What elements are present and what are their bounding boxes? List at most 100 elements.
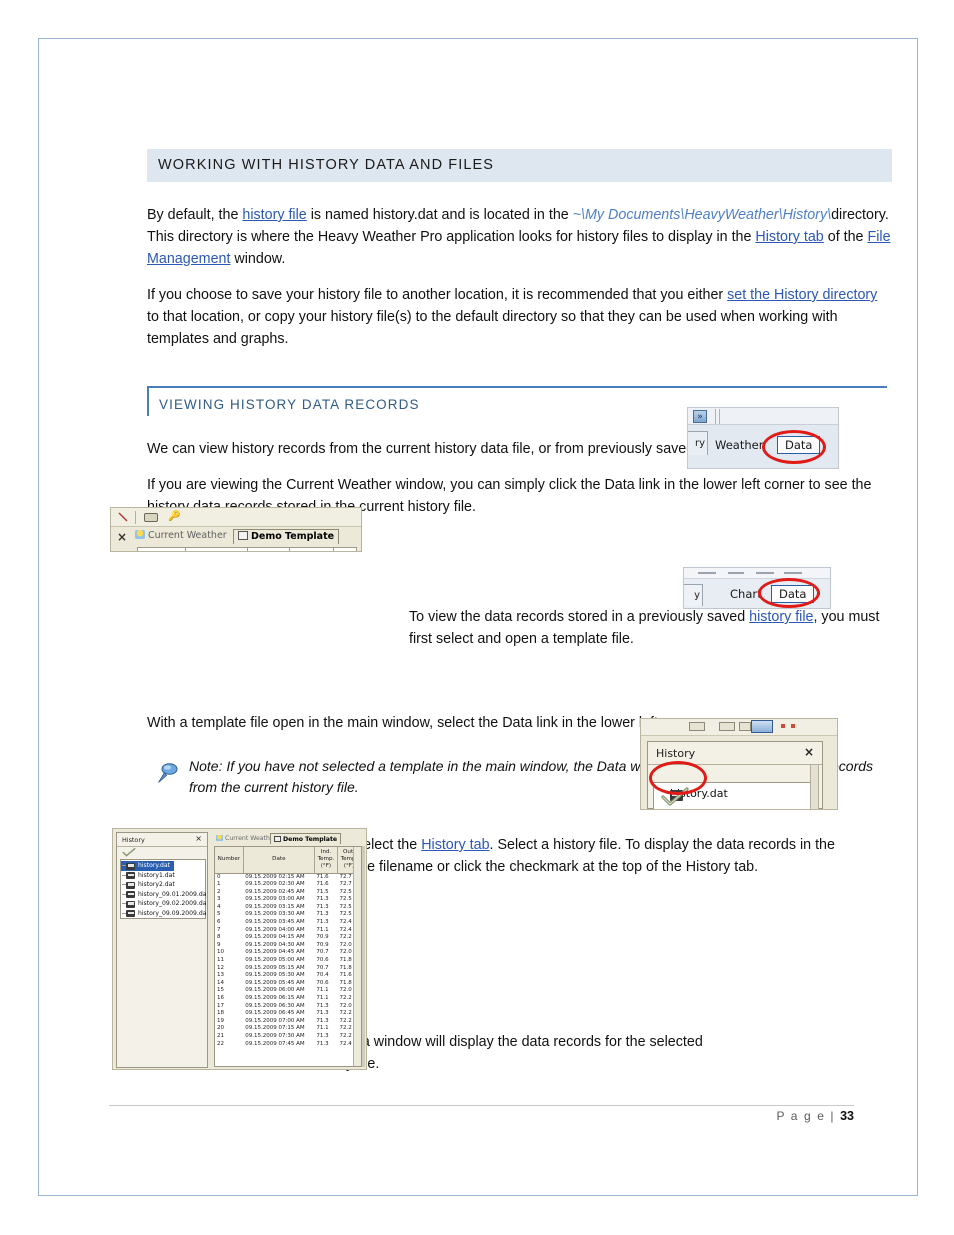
toolbar-dot-1 bbox=[781, 724, 785, 728]
table-row[interactable]: 0 09.15.2009 02:15 AM 71.6 72.7 bbox=[215, 873, 361, 881]
table-cell: 71.3 bbox=[316, 1040, 329, 1047]
panel-divider bbox=[117, 846, 207, 847]
tab-weather[interactable]: Weather bbox=[715, 438, 763, 452]
checkmark-icon[interactable] bbox=[660, 787, 690, 807]
table-row[interactable]: 20 09.15.2009 07:15 AM 71.1 72.2 bbox=[215, 1025, 361, 1033]
table-cell: 12 bbox=[217, 964, 224, 971]
table-row[interactable]: 21 09.15.2009 07:30 AM 71.3 72.2 bbox=[215, 1033, 361, 1041]
column-header[interactable]: Date bbox=[243, 847, 315, 874]
tab-partial-history[interactable]: ry bbox=[688, 431, 708, 455]
history-file-list[interactable]: history.dat history1.dat history2.dat histo… bbox=[120, 859, 206, 919]
link-history-tab-2[interactable]: History tab bbox=[421, 837, 489, 853]
table-cell: 70.6 bbox=[316, 957, 329, 964]
list-item[interactable]: history1.dat bbox=[121, 871, 205, 881]
table-row[interactable]: 3 09.15.2009 03:00 AM 71.3 72.5 bbox=[215, 896, 361, 904]
tab-bar: Current Weather Demo Template bbox=[131, 527, 361, 544]
table-cell: 71.3 bbox=[316, 1017, 329, 1024]
tab-demo-template[interactable]: Demo Template bbox=[270, 833, 342, 844]
table-cell: 09.15.2009 02:45 AM bbox=[245, 888, 305, 895]
scroll-right-button[interactable]: » bbox=[693, 410, 707, 423]
link-history-file-1[interactable]: history file bbox=[242, 207, 306, 223]
table-cell: 09.15.2009 04:45 AM bbox=[245, 949, 305, 956]
table-row[interactable]: 15 09.15.2009 06:00 AM 71.1 72.0 bbox=[215, 987, 361, 995]
table-cell: 09.15.2009 06:00 AM bbox=[245, 987, 305, 994]
key-icon[interactable]: 🔑 bbox=[168, 511, 180, 522]
table-cell: 70.9 bbox=[316, 941, 329, 948]
file-icon bbox=[126, 862, 135, 870]
sun-icon bbox=[216, 835, 223, 841]
checkmark-icon[interactable] bbox=[122, 848, 136, 857]
table-cell: 71.3 bbox=[316, 1002, 329, 1009]
table-row[interactable]: 1 09.15.2009 02:30 AM 71.6 72.7 bbox=[215, 881, 361, 889]
file-icon bbox=[126, 872, 135, 879]
tab-data[interactable]: Data bbox=[771, 585, 815, 603]
list-item[interactable]: history2.dat bbox=[121, 880, 205, 890]
column-header-line: Date bbox=[272, 856, 286, 863]
table-row[interactable]: 10 09.15.2009 04:45 AM 70.7 72.0 bbox=[215, 949, 361, 957]
table-cell: 71.5 bbox=[316, 888, 329, 895]
table-cell: 71.6 bbox=[316, 881, 329, 888]
tab-demo-template[interactable]: Demo Template bbox=[233, 529, 340, 544]
history-side-panel: History × history.dat history1.dat history… bbox=[116, 832, 208, 1068]
toolbar-dash-1 bbox=[698, 572, 716, 574]
close-icon[interactable]: × bbox=[117, 530, 127, 544]
toolbar-dash-4 bbox=[784, 572, 802, 574]
list-item[interactable]: history.dat bbox=[121, 861, 174, 871]
table-row[interactable]: 2 09.15.2009 02:45 AM 71.5 72.5 bbox=[215, 889, 361, 897]
table-row[interactable]: 8 09.15.2009 04:15 AM 70.9 72.2 bbox=[215, 934, 361, 942]
table-cell: 8 bbox=[217, 934, 221, 941]
tab-data[interactable]: Data bbox=[777, 436, 821, 454]
p5-text-a: To view the data records stored in a pre… bbox=[409, 609, 750, 625]
table-cell: 09.15.2009 07:30 AM bbox=[245, 1032, 305, 1039]
p1-text-b: is named history.dat and is located in t… bbox=[306, 207, 573, 223]
table-row[interactable]: 12 09.15.2009 05:15 AM 70.7 71.8 bbox=[215, 965, 361, 973]
tab-current-weather[interactable]: Current Weather bbox=[131, 529, 231, 544]
table-icon[interactable] bbox=[144, 513, 158, 522]
section-heading: WORKING WITH HISTORY DATA AND FILES bbox=[147, 149, 892, 182]
toolbar-button-3[interactable] bbox=[739, 722, 751, 731]
table-row[interactable]: 11 09.15.2009 05:00 AM 70.6 71.8 bbox=[215, 957, 361, 965]
toolbar-button-1[interactable] bbox=[689, 722, 705, 731]
data-grid: Number Date Ind. Temp. (°F) Out. Temp. (°F) 0 09… bbox=[214, 846, 362, 1067]
pencil-icon[interactable] bbox=[118, 512, 128, 522]
table-row[interactable]: 18 09.15.2009 06:45 AM 71.3 72.2 bbox=[215, 1010, 361, 1018]
tab-chart[interactable]: Chart bbox=[730, 587, 762, 601]
list-item[interactable]: history_09.02.2009.da bbox=[121, 899, 206, 909]
pane-edge bbox=[362, 846, 365, 1067]
table-row[interactable]: 19 09.15.2009 07:00 AM 71.3 72.2 bbox=[215, 1018, 361, 1026]
tab-partial-history[interactable]: y bbox=[684, 584, 703, 606]
tab-demo-template-label: Demo Template bbox=[251, 531, 335, 542]
column-header[interactable]: Ind. Temp. (°F) bbox=[314, 847, 338, 874]
table-cell: 09.15.2009 03:45 AM bbox=[245, 919, 305, 926]
toolbar-button-2[interactable] bbox=[719, 722, 735, 731]
table-cell: 13 bbox=[217, 972, 224, 979]
table-cell: 09.15.2009 05:45 AM bbox=[245, 979, 305, 986]
toolbar-divider-2 bbox=[719, 409, 720, 424]
p1-text-a: By default, the bbox=[147, 207, 243, 223]
table-row[interactable]: 16 09.15.2009 06:15 AM 71.1 72.2 bbox=[215, 995, 361, 1003]
table-row[interactable]: 7 09.15.2009 04:00 AM 71.1 72.4 bbox=[215, 927, 361, 935]
table-row[interactable]: 9 09.15.2009 04:30 AM 70.9 72.0 bbox=[215, 942, 361, 950]
file-icon bbox=[126, 891, 135, 898]
table-row[interactable]: 14 09.15.2009 05:45 AM 70.6 71.8 bbox=[215, 980, 361, 988]
list-item-label: history.dat bbox=[138, 862, 171, 869]
link-history-file-2[interactable]: history file bbox=[749, 609, 813, 625]
column-header[interactable]: Number bbox=[215, 847, 244, 874]
list-item[interactable]: history_09.01.2009.da bbox=[121, 890, 206, 900]
list-item[interactable]: history_09.09.2009.da bbox=[121, 909, 206, 919]
table-cell: 22 bbox=[217, 1040, 224, 1047]
vertical-scrollbar[interactable] bbox=[810, 764, 819, 809]
table-row[interactable]: 22 09.15.2009 07:45 AM 71.3 72.4 bbox=[215, 1041, 361, 1049]
table-row[interactable]: 13 09.15.2009 05:30 AM 70.4 71.6 bbox=[215, 972, 361, 980]
toolbar-button-active[interactable] bbox=[751, 720, 773, 733]
table-row[interactable]: 17 09.15.2009 06:30 AM 71.3 72.0 bbox=[215, 1003, 361, 1011]
close-icon[interactable]: × bbox=[804, 745, 814, 759]
table-row[interactable]: 6 09.15.2009 03:45 AM 71.3 72.4 bbox=[215, 919, 361, 927]
vertical-scrollbar[interactable] bbox=[353, 847, 361, 1066]
link-history-tab-1[interactable]: History tab bbox=[755, 229, 823, 245]
p2-text-a: If you choose to save your history file … bbox=[147, 287, 728, 303]
close-icon[interactable]: × bbox=[195, 834, 202, 843]
link-set-history-directory[interactable]: set the History directory bbox=[727, 287, 877, 303]
table-row[interactable]: 4 09.15.2009 03:15 AM 71.3 72.5 bbox=[215, 904, 361, 912]
table-row[interactable]: 5 09.15.2009 03:30 AM 71.3 72.5 bbox=[215, 911, 361, 919]
